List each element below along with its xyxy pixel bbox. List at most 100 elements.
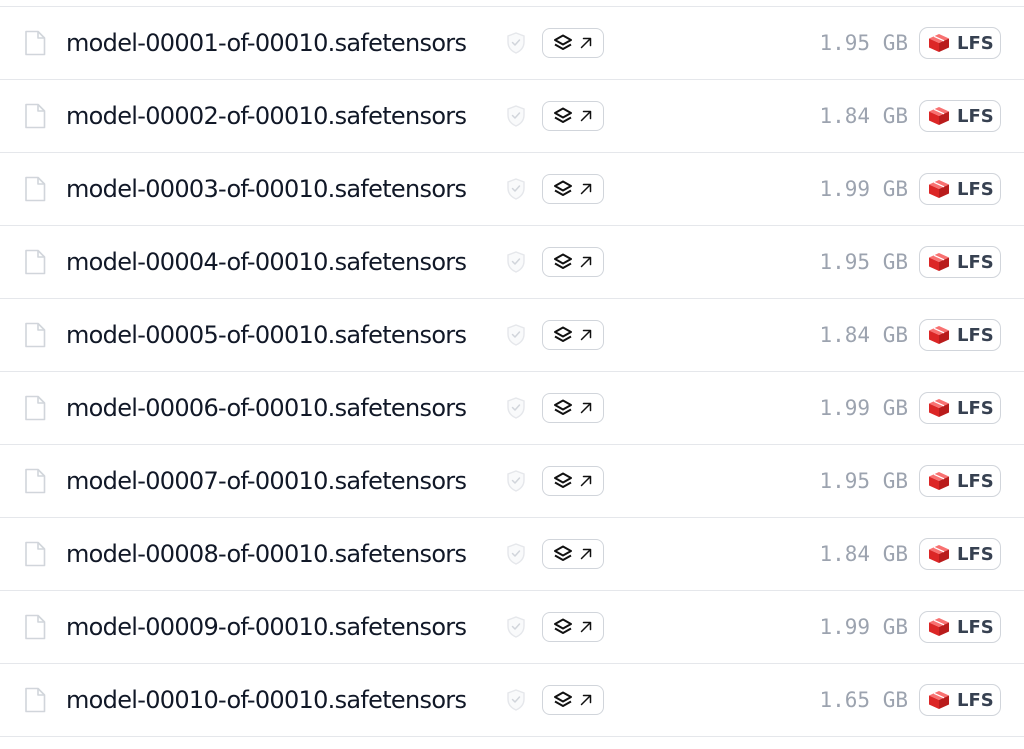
arrow-up-right-icon [580,183,592,195]
file-icon [25,103,46,129]
file-viewer-button[interactable] [542,28,604,58]
layers-icon [554,399,572,415]
file-row[interactable]: model-00008-of-00010.safetensors 1.84 GB… [0,518,1024,591]
lfs-cube-icon [929,691,949,709]
file-name[interactable]: model-00010-of-00010.safetensors [66,686,467,714]
lfs-label: LFS [957,324,994,346]
file-row[interactable]: model-00003-of-00010.safetensors 1.99 GB… [0,153,1024,226]
shield-check-icon[interactable] [505,396,527,420]
file-icon [25,541,46,567]
file-viewer-button[interactable] [542,612,604,642]
file-name[interactable]: model-00004-of-00010.safetensors [66,248,467,276]
file-row[interactable]: model-00009-of-00010.safetensors 1.99 GB… [0,591,1024,664]
lfs-cube-icon [929,399,949,417]
shield-check-icon[interactable] [505,104,527,128]
file-icon [25,468,46,494]
arrow-up-right-icon [580,694,592,706]
file-list: model-00001-of-00010.safetensors 1.95 GB… [0,6,1024,737]
lfs-label: LFS [957,105,994,127]
shield-check-icon[interactable] [505,177,527,201]
file-size: 1.65 GB [819,688,908,712]
lfs-cube-icon [929,472,949,490]
file-name[interactable]: model-00008-of-00010.safetensors [66,540,467,568]
file-size: 1.84 GB [819,542,908,566]
file-viewer-button[interactable] [542,539,604,569]
file-icon [25,30,46,56]
lfs-badge[interactable]: LFS [919,319,1001,351]
layers-icon [554,691,572,707]
lfs-label: LFS [957,470,994,492]
file-name[interactable]: model-00009-of-00010.safetensors [66,613,467,641]
lfs-label: LFS [957,616,994,638]
file-icon [25,395,46,421]
lfs-cube-icon [929,107,949,125]
arrow-up-right-icon [580,475,592,487]
arrow-up-right-icon [580,329,592,341]
lfs-label: LFS [957,543,994,565]
shield-check-icon[interactable] [505,688,527,712]
lfs-cube-icon [929,253,949,271]
file-size: 1.95 GB [819,469,908,493]
lfs-badge[interactable]: LFS [919,684,1001,716]
file-viewer-button[interactable] [542,101,604,131]
file-row[interactable]: model-00002-of-00010.safetensors 1.84 GB… [0,80,1024,153]
lfs-label: LFS [957,251,994,273]
file-viewer-button[interactable] [542,685,604,715]
file-row[interactable]: model-00006-of-00010.safetensors 1.99 GB… [0,372,1024,445]
file-size: 1.99 GB [819,615,908,639]
lfs-badge[interactable]: LFS [919,100,1001,132]
arrow-up-right-icon [580,110,592,122]
layers-icon [554,618,572,634]
lfs-cube-icon [929,326,949,344]
lfs-cube-icon [929,545,949,563]
file-viewer-button[interactable] [542,466,604,496]
shield-check-icon[interactable] [505,615,527,639]
file-name[interactable]: model-00003-of-00010.safetensors [66,175,467,203]
file-name[interactable]: model-00002-of-00010.safetensors [66,102,467,130]
layers-icon [554,326,572,342]
file-row[interactable]: model-00005-of-00010.safetensors 1.84 GB… [0,299,1024,372]
file-viewer-button[interactable] [542,320,604,350]
layers-icon [554,107,572,123]
layers-icon [554,34,572,50]
lfs-label: LFS [957,32,994,54]
lfs-label: LFS [957,397,994,419]
file-name[interactable]: model-00006-of-00010.safetensors [66,394,467,422]
file-name[interactable]: model-00001-of-00010.safetensors [66,29,467,57]
lfs-badge[interactable]: LFS [919,538,1001,570]
file-size: 1.99 GB [819,177,908,201]
lfs-badge[interactable]: LFS [919,173,1001,205]
file-row[interactable]: model-00001-of-00010.safetensors 1.95 GB… [0,7,1024,80]
file-row[interactable]: model-00004-of-00010.safetensors 1.95 GB… [0,226,1024,299]
shield-check-icon[interactable] [505,542,527,566]
shield-check-icon[interactable] [505,31,527,55]
file-row[interactable]: model-00007-of-00010.safetensors 1.95 GB… [0,445,1024,518]
file-viewer-button[interactable] [542,247,604,277]
lfs-label: LFS [957,178,994,200]
layers-icon [554,472,572,488]
lfs-cube-icon [929,180,949,198]
lfs-cube-icon [929,34,949,52]
file-size: 1.99 GB [819,396,908,420]
file-icon [25,687,46,713]
lfs-badge[interactable]: LFS [919,392,1001,424]
file-icon [25,249,46,275]
file-icon [25,176,46,202]
layers-icon [554,180,572,196]
arrow-up-right-icon [580,548,592,560]
lfs-badge[interactable]: LFS [919,246,1001,278]
shield-check-icon[interactable] [505,469,527,493]
file-viewer-button[interactable] [542,174,604,204]
shield-check-icon[interactable] [505,250,527,274]
file-icon [25,322,46,348]
file-size: 1.84 GB [819,104,908,128]
lfs-badge[interactable]: LFS [919,27,1001,59]
file-viewer-button[interactable] [542,393,604,423]
shield-check-icon[interactable] [505,323,527,347]
file-name[interactable]: model-00007-of-00010.safetensors [66,467,467,495]
lfs-badge[interactable]: LFS [919,465,1001,497]
lfs-badge[interactable]: LFS [919,611,1001,643]
file-row[interactable]: model-00010-of-00010.safetensors 1.65 GB… [0,664,1024,737]
lfs-label: LFS [957,689,994,711]
file-name[interactable]: model-00005-of-00010.safetensors [66,321,467,349]
